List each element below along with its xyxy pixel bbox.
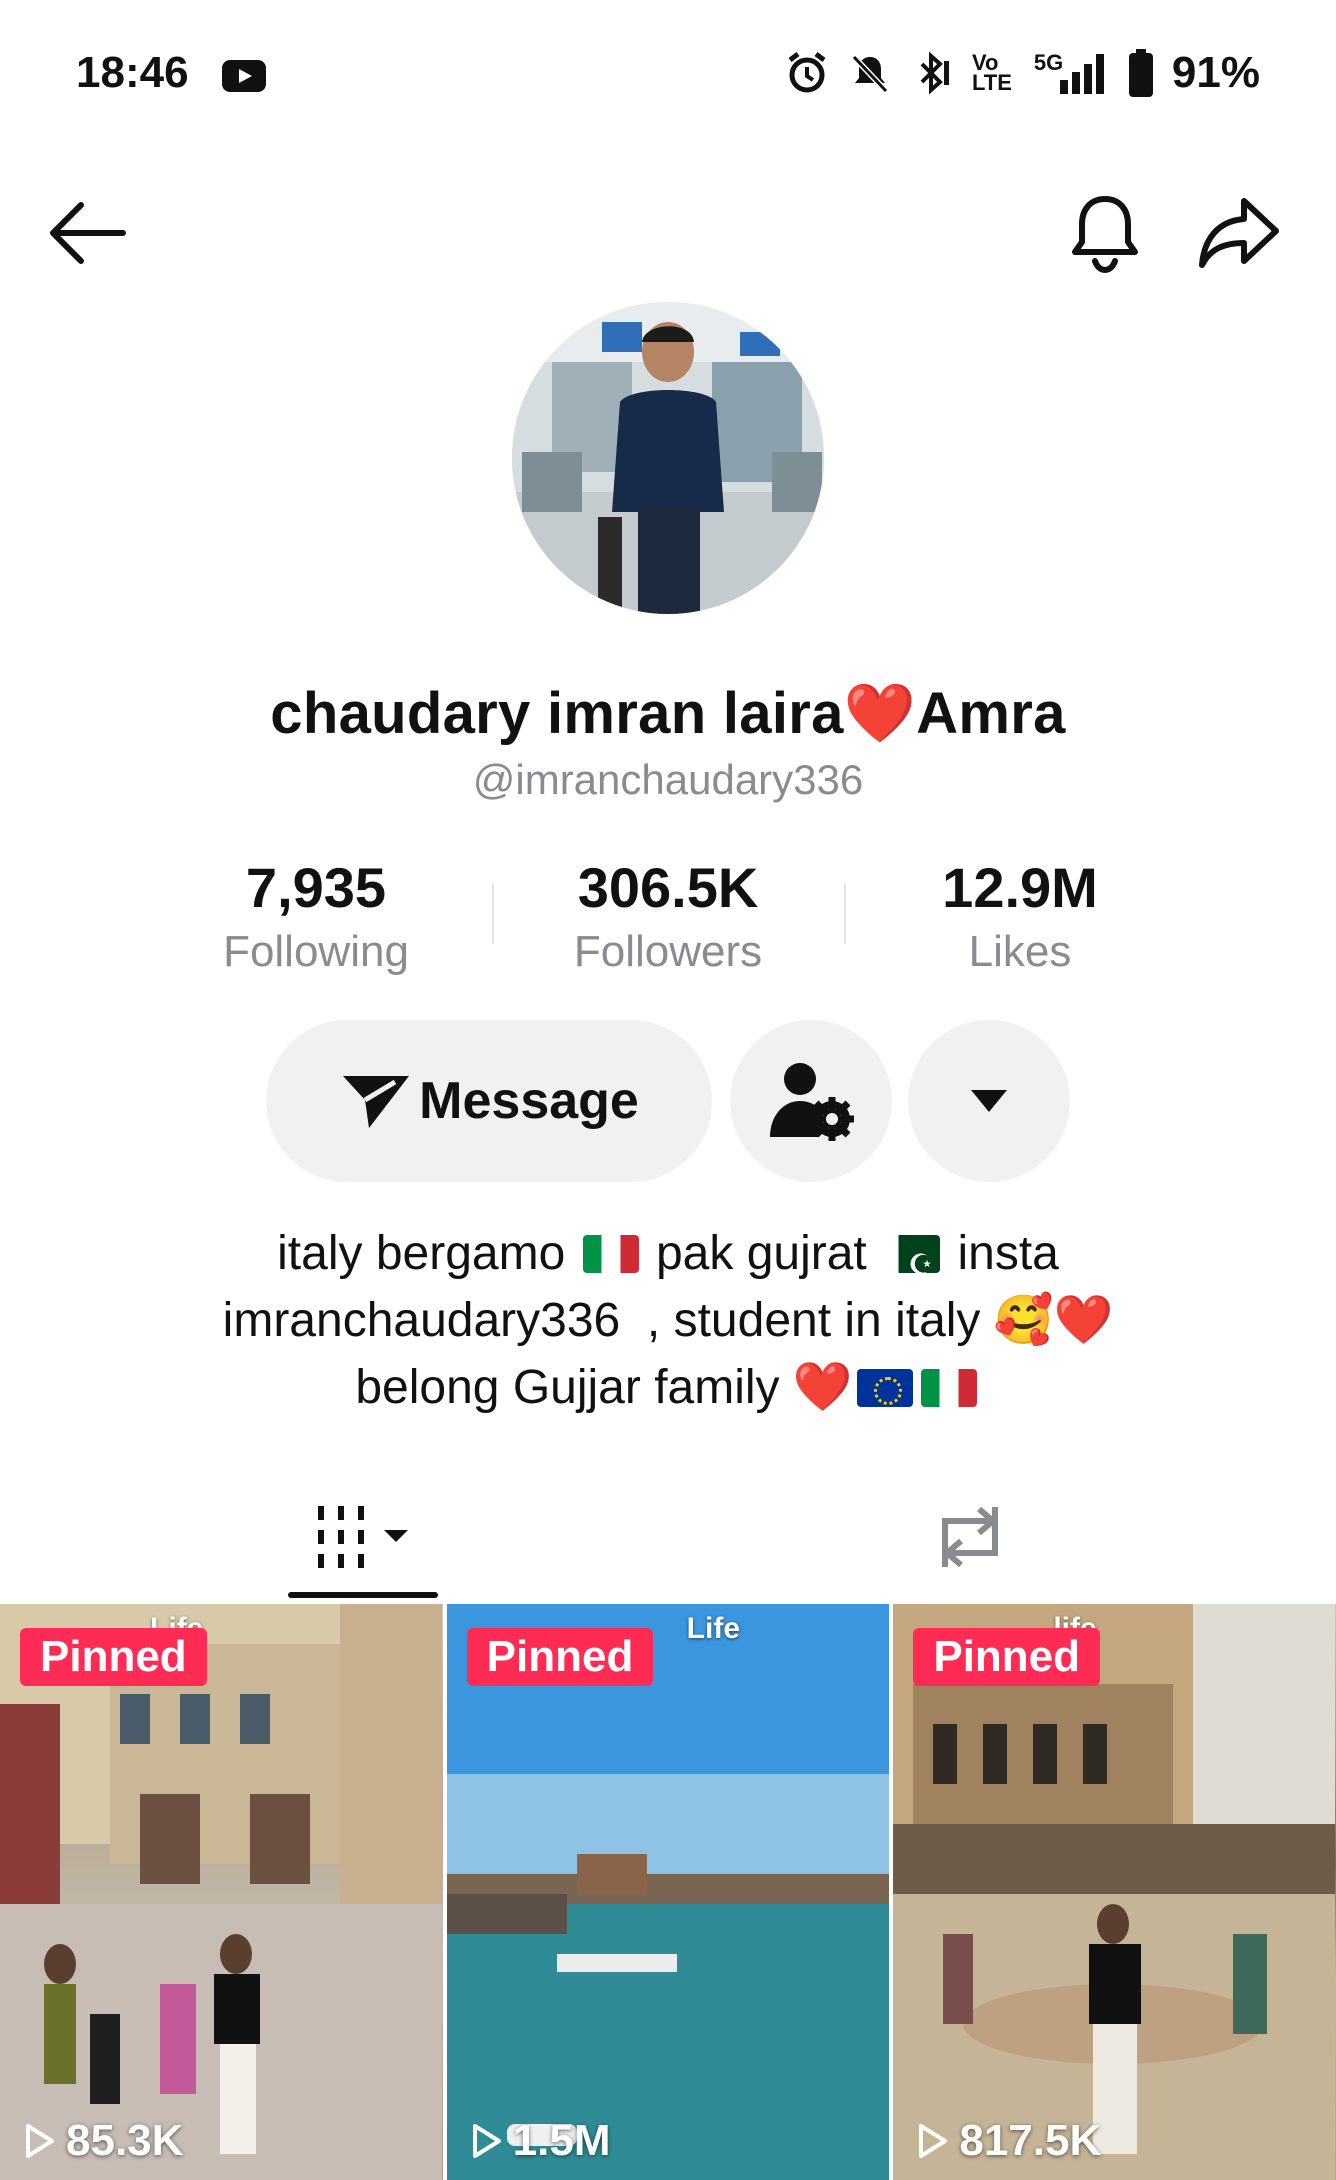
pinned-badge: Pinned: [913, 1628, 1101, 1686]
likes-label: Likes: [968, 927, 1072, 976]
play-outline-icon: [472, 2124, 501, 2158]
volte-indicator: Vo LTE: [972, 52, 1012, 95]
top-nav: [0, 180, 1336, 280]
likes-count: 12.9M: [942, 856, 1098, 919]
bio-line-3-text: belong Gujjar family: [355, 1361, 780, 1414]
view-count-value: 817.5K: [959, 2116, 1102, 2165]
tab-videos[interactable]: [288, 1470, 438, 1604]
bio-line-1-text-a: italy bergamo: [277, 1227, 566, 1280]
profile-bio: italy bergamo pak gujrat insta imranchau…: [100, 1220, 1236, 1421]
bluetooth-icon: [920, 51, 949, 95]
italy-flag-icon: [920, 1369, 977, 1407]
share-button[interactable]: [1194, 188, 1284, 278]
bio-line-2: imranchaudary336 , student in italy 🥰❤️: [100, 1287, 1236, 1354]
username: @imranchaudary336: [472, 756, 864, 803]
following-count: 7,935: [245, 856, 387, 919]
caret-down-icon: [971, 1090, 1007, 1112]
video-tile[interactable]: life Pinned 817.5K: [893, 1604, 1336, 2180]
grid-videos-icon: [318, 1506, 408, 1568]
bio-line-1-text-b: pak gujrat: [655, 1227, 867, 1280]
avatar-photo: [512, 302, 824, 614]
profile-stats: 7,935 Following 306.5K Followers 12.9M L…: [140, 852, 1196, 982]
video-overlay-text: Life: [686, 1612, 741, 1645]
stat-followers[interactable]: 306.5K Followers: [492, 852, 844, 982]
bio-line-3-heart: ❤️: [792, 1361, 853, 1414]
followers-label: Followers: [573, 927, 763, 976]
stat-likes[interactable]: 12.9M Likes: [844, 852, 1196, 982]
signal-icon: [1059, 54, 1104, 94]
back-arrow-icon: [50, 202, 126, 264]
video-tile[interactable]: Life Pinned 85.3K: [0, 1604, 443, 2180]
status-icons: Vo LTE 5G 91%: [784, 48, 1260, 98]
back-button[interactable]: [42, 188, 132, 278]
alarm-icon: [788, 52, 826, 93]
battery-icon: [1128, 49, 1153, 97]
bio-line-2-text: imranchaudary336 , student in italy: [222, 1294, 981, 1347]
profile-avatar[interactable]: [512, 302, 824, 614]
bio-line-2-emoji: 🥰❤️: [993, 1294, 1114, 1347]
message-label: Message: [419, 1072, 639, 1130]
play-outline-icon: [919, 2124, 948, 2158]
follow-settings-button[interactable]: [730, 1020, 892, 1182]
repost-icon: [942, 1506, 998, 1568]
bio-line-1-text-c: insta: [957, 1227, 1059, 1280]
tab-reposts[interactable]: [900, 1470, 1040, 1604]
pinned-badge: Pinned: [466, 1628, 654, 1686]
volte-lte: LTE: [972, 70, 1012, 95]
message-button[interactable]: Message: [266, 1020, 712, 1182]
status-bar: 18:46 Vo LTE 5G 91%: [0, 0, 1336, 150]
mute-bell-icon: [851, 54, 889, 94]
display-name-heart: ❤️: [843, 681, 917, 746]
profile-tabs: [0, 1470, 1336, 1604]
notification-bell-button[interactable]: [1060, 188, 1150, 278]
bio-line-3: belong Gujjar family ❤️: [100, 1354, 1236, 1421]
video-thumbnail: [446, 1604, 889, 2180]
display-name: chaudary imran laira❤️Amra: [0, 680, 1336, 748]
profile-actions: Message: [0, 1020, 1336, 1184]
youtube-notification-icon: [222, 60, 266, 92]
video-thumbnail: [0, 1604, 442, 2180]
video-tile[interactable]: Life Pinned 1.5M: [446, 1604, 890, 2180]
video-grid: Life Pinned 85.3K Life Pinned 1.5M: [0, 1604, 1336, 2180]
following-label: Following: [223, 927, 409, 976]
pakistan-flag-icon: [884, 1235, 941, 1273]
status-time: 18:46: [76, 48, 189, 97]
stat-following[interactable]: 7,935 Following: [140, 852, 492, 982]
active-tab-indicator: [288, 1592, 438, 1598]
bio-line-1: italy bergamo pak gujrat insta: [100, 1220, 1236, 1287]
view-count-value: 1.5M: [512, 2116, 611, 2165]
share-arrow-icon: [1199, 198, 1279, 268]
pinned-badge: Pinned: [20, 1628, 207, 1686]
view-count-value: 85.3K: [66, 2116, 184, 2165]
followers-count: 306.5K: [577, 856, 759, 919]
display-name-first: chaudary imran laira: [270, 681, 844, 746]
view-count: 1.5M: [471, 2116, 611, 2166]
play-outline-icon: [26, 2124, 54, 2158]
bell-icon: [1072, 196, 1138, 274]
user-settings-icon: [770, 1063, 854, 1141]
suggested-dropdown-button[interactable]: [908, 1020, 1070, 1182]
italy-flag-icon: [582, 1235, 639, 1273]
eu-flag-icon: [856, 1369, 913, 1407]
send-icon: [343, 1076, 410, 1128]
display-name-second: Amra: [916, 681, 1066, 746]
view-count: 817.5K: [917, 2116, 1101, 2166]
battery-percent: 91%: [1171, 48, 1260, 97]
view-count: 85.3K: [24, 2116, 183, 2166]
video-thumbnail: [893, 1604, 1336, 2180]
signal-group: 5G: [1030, 50, 1110, 96]
